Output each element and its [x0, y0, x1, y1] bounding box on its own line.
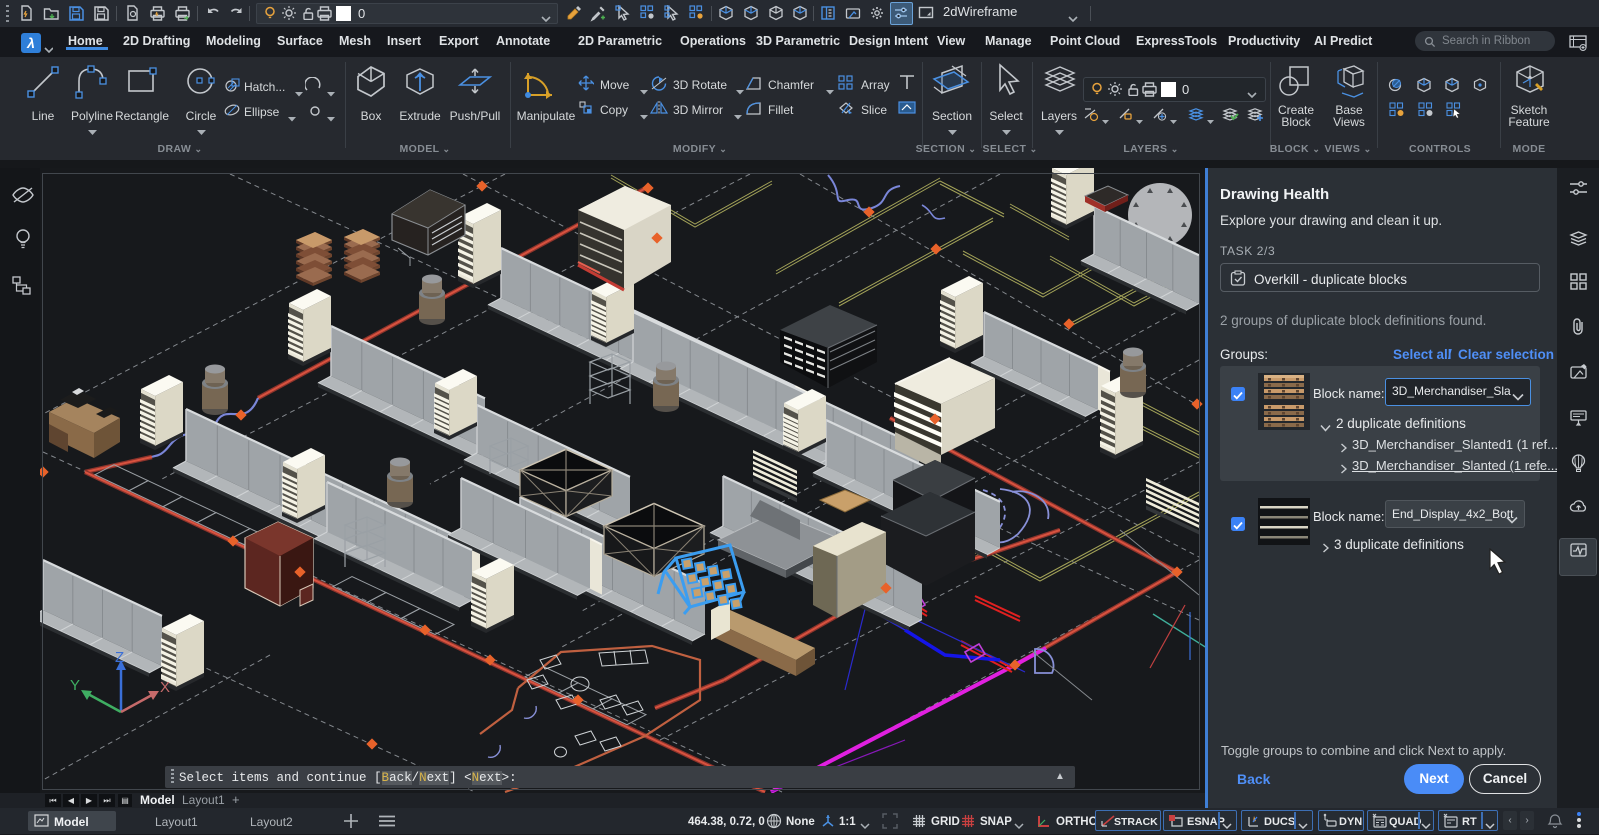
svg-text:Z: Z	[115, 649, 124, 666]
svg-text:Y: Y	[70, 677, 80, 694]
svg-text:X: X	[160, 679, 170, 696]
